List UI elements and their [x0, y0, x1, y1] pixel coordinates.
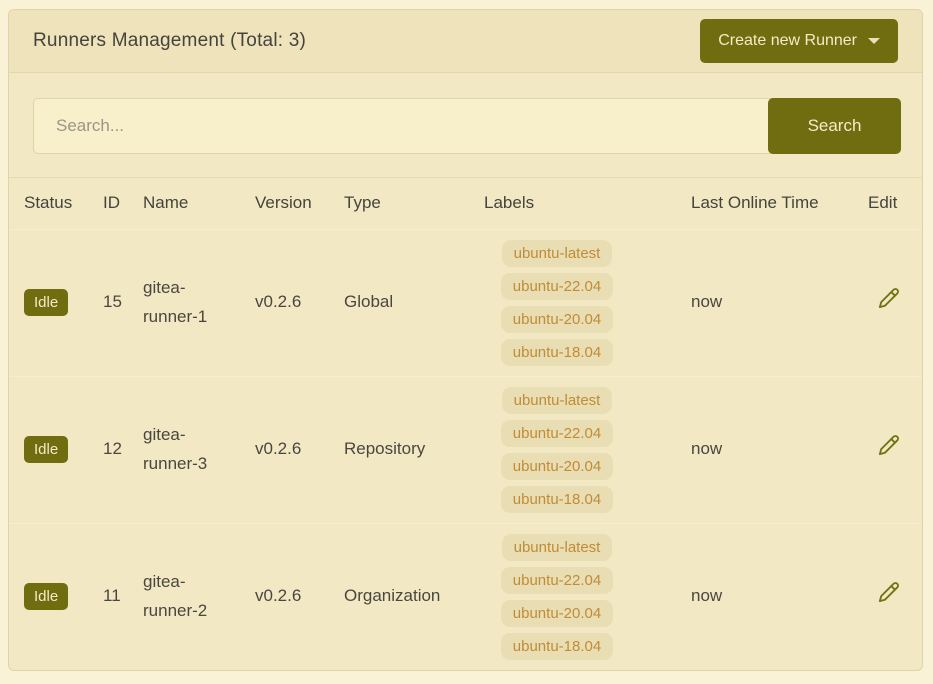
- runner-rows: Idle 15 gitea-runner-1 v0.2.6 Global ubu…: [9, 229, 922, 670]
- runner-version: v0.2.6: [240, 376, 329, 523]
- runner-label: ubuntu-20.04: [501, 453, 613, 480]
- column-header-type: Type: [329, 178, 469, 229]
- runner-label: ubuntu-22.04: [501, 420, 613, 447]
- labels-list: ubuntu-latest ubuntu-22.04 ubuntu-20.04 ubu…: [484, 387, 630, 513]
- runner-label: ubuntu-18.04: [501, 486, 613, 513]
- runner-label: ubuntu-latest: [502, 534, 613, 561]
- column-header-last-online-time: Last Online Time: [676, 178, 853, 229]
- edit-runner-button[interactable]: [878, 287, 900, 309]
- column-header-status: Status: [9, 178, 88, 229]
- runner-label: ubuntu-20.04: [501, 306, 613, 333]
- column-header-id: ID: [88, 178, 128, 229]
- last-online-time: now: [676, 229, 853, 376]
- runner-id: 12: [88, 376, 128, 523]
- runner-type: Global: [329, 229, 469, 376]
- pencil-icon: [878, 434, 900, 456]
- runner-label: ubuntu-22.04: [501, 567, 613, 594]
- runners-panel: Runners Management (Total: 3) Create new…: [8, 9, 923, 671]
- pencil-icon: [878, 581, 900, 603]
- create-runner-button[interactable]: Create new Runner: [700, 19, 898, 63]
- table-row: Idle 15 gitea-runner-1 v0.2.6 Global ubu…: [9, 229, 922, 376]
- status-badge: Idle: [24, 583, 68, 610]
- runner-label: ubuntu-latest: [502, 240, 613, 267]
- status-badge: Idle: [24, 436, 68, 463]
- runner-name: gitea-runner-1: [128, 229, 240, 376]
- caret-down-icon: [868, 38, 880, 44]
- search-input-group: Search: [33, 98, 901, 154]
- search-section: Search: [9, 73, 922, 178]
- last-online-time: now: [676, 523, 853, 670]
- page-title: Runners Management (Total: 3): [33, 30, 306, 52]
- runner-label: ubuntu-latest: [502, 387, 613, 414]
- last-online-time: now: [676, 376, 853, 523]
- column-header-name: Name: [128, 178, 240, 229]
- labels-list: ubuntu-latest ubuntu-22.04 ubuntu-20.04 ubu…: [484, 534, 630, 660]
- runner-version: v0.2.6: [240, 229, 329, 376]
- column-header-version: Version: [240, 178, 329, 229]
- edit-runner-button[interactable]: [878, 581, 900, 603]
- status-badge: Idle: [24, 289, 68, 316]
- runner-label: ubuntu-20.04: [501, 600, 613, 627]
- column-header-edit: Edit: [853, 178, 922, 229]
- search-button[interactable]: Search: [768, 98, 901, 154]
- runner-name: gitea-runner-2: [128, 523, 240, 670]
- create-runner-label: Create new Runner: [718, 32, 857, 50]
- runner-type: Repository: [329, 376, 469, 523]
- pencil-icon: [878, 287, 900, 309]
- runner-name: gitea-runner-3: [128, 376, 240, 523]
- runner-version: v0.2.6: [240, 523, 329, 670]
- runner-type: Organization: [329, 523, 469, 670]
- search-input[interactable]: [33, 98, 773, 154]
- column-header-labels: Labels: [469, 178, 676, 229]
- runner-id: 15: [88, 229, 128, 376]
- runners-table: StatusIDNameVersionTypeLabelsLast Online…: [9, 178, 922, 670]
- runner-label: ubuntu-18.04: [501, 339, 613, 366]
- panel-header: Runners Management (Total: 3) Create new…: [9, 10, 922, 73]
- table-row: Idle 12 gitea-runner-3 v0.2.6 Repository…: [9, 376, 922, 523]
- runner-label: ubuntu-22.04: [501, 273, 613, 300]
- runner-id: 11: [88, 523, 128, 670]
- table-header-row: StatusIDNameVersionTypeLabelsLast Online…: [9, 178, 922, 229]
- runner-label: ubuntu-18.04: [501, 633, 613, 660]
- table-row: Idle 11 gitea-runner-2 v0.2.6 Organizati…: [9, 523, 922, 670]
- labels-list: ubuntu-latest ubuntu-22.04 ubuntu-20.04 ubu…: [484, 240, 630, 366]
- edit-runner-button[interactable]: [878, 434, 900, 456]
